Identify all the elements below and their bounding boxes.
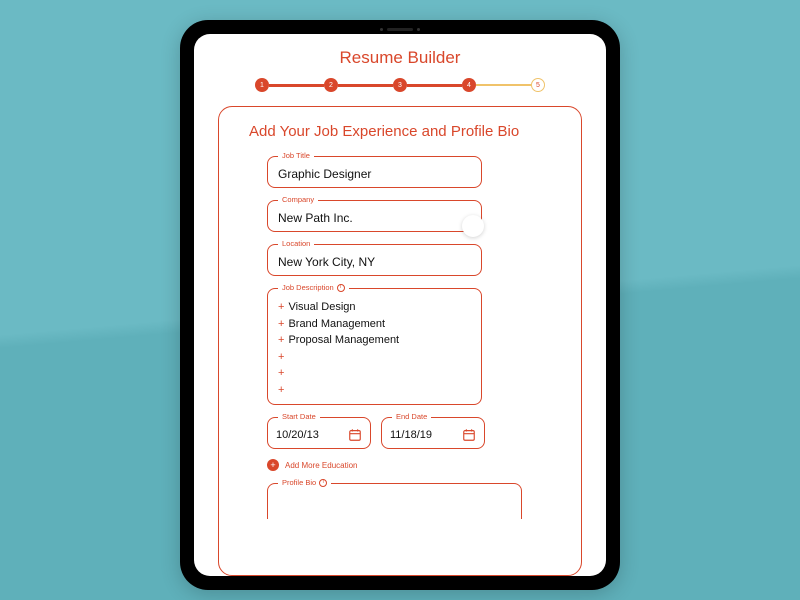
- start-date-value[interactable]: 10/20/13: [276, 429, 319, 441]
- desc-item[interactable]: +Visual Design: [278, 299, 471, 316]
- plus-icon: +: [278, 382, 284, 399]
- desc-text: Proposal Management: [288, 332, 399, 349]
- toggle-handle[interactable]: [462, 215, 484, 237]
- job-description-label-text: Job Description: [282, 283, 334, 292]
- tablet-frame: Resume Builder 1 2 3 4 5 Add Your Job Ex…: [180, 20, 620, 590]
- plus-circle-icon: +: [267, 459, 279, 471]
- location-value[interactable]: New York City, NY: [278, 255, 471, 269]
- job-title-value[interactable]: Graphic Designer: [278, 167, 471, 181]
- plus-icon: +: [278, 349, 284, 366]
- plus-icon: +: [278, 365, 284, 382]
- job-title-field[interactable]: Job Title Graphic Designer: [267, 156, 482, 188]
- step-connector: [476, 84, 531, 86]
- form-card: Add Your Job Experience and Profile Bio …: [218, 106, 582, 576]
- calendar-icon[interactable]: [462, 428, 476, 442]
- profile-bio-field[interactable]: Profile Bio i: [267, 483, 522, 519]
- add-more-education-button[interactable]: + Add More Education: [267, 459, 551, 471]
- desc-item-empty[interactable]: +: [278, 382, 471, 399]
- plus-icon: +: [278, 332, 284, 349]
- desc-text: Brand Management: [288, 316, 385, 333]
- end-date-value[interactable]: 11/18/19: [390, 429, 432, 441]
- progress-stepper: 1 2 3 4 5: [255, 78, 545, 92]
- step-1[interactable]: 1: [255, 78, 269, 92]
- page-title: Resume Builder: [216, 48, 584, 68]
- screen: Resume Builder 1 2 3 4 5 Add Your Job Ex…: [194, 34, 606, 576]
- desc-text: Visual Design: [288, 299, 355, 316]
- location-field[interactable]: Location New York City, NY: [267, 244, 482, 276]
- start-date-label: Start Date: [278, 412, 320, 421]
- section-heading: Add Your Job Experience and Profile Bio: [249, 123, 551, 140]
- end-date-label: End Date: [392, 412, 431, 421]
- job-title-label: Job Title: [278, 151, 314, 160]
- profile-bio-label-text: Profile Bio: [282, 478, 316, 487]
- step-2[interactable]: 2: [324, 78, 338, 92]
- step-3[interactable]: 3: [393, 78, 407, 92]
- step-4[interactable]: 4: [462, 78, 476, 92]
- plus-icon: +: [278, 299, 284, 316]
- desc-item[interactable]: +Brand Management: [278, 316, 471, 333]
- add-more-label: Add More Education: [285, 461, 358, 470]
- device-notch: [370, 26, 430, 32]
- desc-item-empty[interactable]: +: [278, 365, 471, 382]
- plus-icon: +: [278, 316, 284, 333]
- step-connector: [269, 84, 324, 87]
- info-icon[interactable]: i: [337, 284, 345, 292]
- step-5[interactable]: 5: [531, 78, 545, 92]
- company-field[interactable]: Company New Path Inc.: [267, 200, 482, 232]
- company-value[interactable]: New Path Inc.: [278, 211, 471, 225]
- profile-bio-label: Profile Bio i: [278, 478, 331, 487]
- step-connector: [407, 84, 462, 87]
- end-date-field[interactable]: End Date 11/18/19: [381, 417, 485, 449]
- desc-item[interactable]: +Proposal Management: [278, 332, 471, 349]
- start-date-field[interactable]: Start Date 10/20/13: [267, 417, 371, 449]
- step-connector: [338, 84, 393, 87]
- info-icon[interactable]: i: [319, 479, 327, 487]
- job-description-field[interactable]: Job Description i +Visual Design +Brand …: [267, 288, 482, 405]
- company-label: Company: [278, 195, 318, 204]
- location-label: Location: [278, 239, 314, 248]
- desc-item-empty[interactable]: +: [278, 349, 471, 366]
- calendar-icon[interactable]: [348, 428, 362, 442]
- job-description-label: Job Description i: [278, 283, 349, 292]
